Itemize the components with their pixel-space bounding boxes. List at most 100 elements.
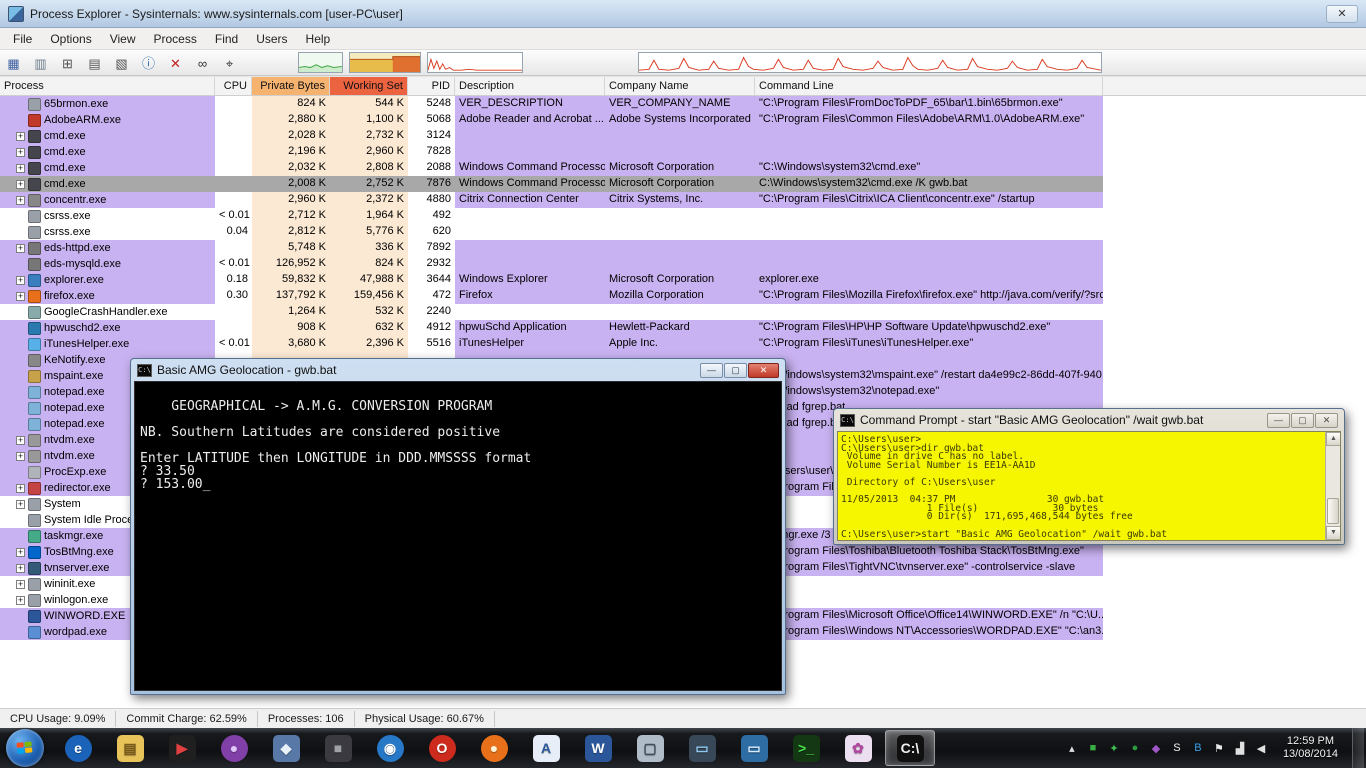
scroll-down-button[interactable]: ▼ [1326, 526, 1340, 540]
taskbar-document-app[interactable]: A [521, 730, 571, 766]
process-row[interactable]: + cmd.exe 2,032 K 2,808 K 2088 Windows C… [0, 160, 1103, 176]
tree-expand-toggle[interactable] [16, 532, 25, 541]
tree-expand-toggle[interactable] [16, 628, 25, 637]
process-row[interactable]: csrss.exe < 0.01 2,712 K 1,964 K 492 [0, 208, 1103, 224]
process-row[interactable]: GoogleCrashHandler.exe 1,264 K 532 K 224… [0, 304, 1103, 320]
tree-expand-toggle[interactable]: + [16, 563, 25, 573]
menu-item[interactable]: Process [145, 30, 206, 48]
tree-expand-toggle[interactable] [16, 116, 25, 125]
tray-green-app-icon[interactable]: ✦ [1106, 740, 1122, 756]
column-header[interactable]: Working Set [330, 77, 408, 95]
tree-expand-toggle[interactable] [16, 212, 25, 221]
column-header[interactable]: Private Bytes [252, 77, 330, 95]
tray-s-icon[interactable]: S [1169, 740, 1185, 756]
taskbar-app-blue[interactable]: ◆ [261, 730, 311, 766]
process-row[interactable]: eds-mysqld.exe < 0.01 126,952 K 824 K 29… [0, 256, 1103, 272]
process-row[interactable]: + firefox.exe 0.30 137,792 K 159,456 K 4… [0, 288, 1103, 304]
scroll-up-button[interactable]: ▲ [1326, 432, 1340, 446]
taskbar-firefox[interactable]: ● [469, 730, 519, 766]
properties-icon[interactable]: ⓘ [136, 53, 161, 73]
tree-expand-toggle[interactable]: + [16, 147, 25, 157]
process-row[interactable]: + explorer.exe 0.18 59,832 K 47,988 K 36… [0, 272, 1103, 288]
tree-expand-toggle[interactable]: + [16, 451, 25, 461]
taskbar-word[interactable]: W [573, 730, 623, 766]
tree-expand-toggle[interactable]: + [16, 291, 25, 301]
tree-expand-toggle[interactable]: + [16, 483, 25, 493]
column-header[interactable]: Description [455, 77, 605, 95]
column-header[interactable]: Command Line [755, 77, 1103, 95]
tray-purple-icon[interactable]: ◆ [1148, 740, 1164, 756]
tray-flag-icon[interactable]: ⚑ [1211, 740, 1227, 756]
process-row[interactable]: iTunesHelper.exe < 0.01 3,680 K 2,396 K … [0, 336, 1103, 352]
tree-expand-toggle[interactable] [16, 308, 25, 317]
tree-expand-toggle[interactable]: + [16, 131, 25, 141]
tree-expand-toggle[interactable]: + [16, 179, 25, 189]
tree-expand-toggle[interactable]: + [16, 579, 25, 589]
taskbar-paint[interactable]: ✿ [833, 730, 883, 766]
scrollbar-thumb[interactable] [1327, 498, 1339, 524]
taskbar-clock[interactable]: 12:59 PM 13/08/2014 [1274, 735, 1347, 761]
column-header[interactable]: PID [408, 77, 455, 95]
tray-green-status-icon[interactable]: ■ [1085, 740, 1101, 756]
taskbar-remote-desktop[interactable]: ▭ [677, 730, 727, 766]
taskbar-internet-explorer[interactable]: e [53, 730, 103, 766]
tree-expand-toggle[interactable] [16, 420, 25, 429]
tree-expand-toggle[interactable] [16, 260, 25, 269]
tree-expand-toggle[interactable] [16, 372, 25, 381]
taskbar-opera[interactable]: O [417, 730, 467, 766]
menu-item[interactable]: Find [206, 30, 247, 48]
process-row[interactable]: + cmd.exe 2,028 K 2,732 K 3124 [0, 128, 1103, 144]
process-row[interactable]: AdobeARM.exe 2,880 K 1,100 K 5068 Adobe … [0, 112, 1103, 128]
taskbar-purple-media-app[interactable]: ● [209, 730, 259, 766]
save-icon[interactable]: ▦ [1, 53, 26, 73]
column-header[interactable]: Company Name [605, 77, 755, 95]
geolocation-console-titlebar[interactable]: C:\ Basic AMG Geolocation - gwb.bat — ▢ … [131, 359, 785, 381]
process-row[interactable]: + concentr.exe 2,960 K 2,372 K 4880 Citr… [0, 192, 1103, 208]
commit-history-graph[interactable] [349, 52, 421, 73]
close-button[interactable]: ✕ [1315, 412, 1338, 428]
menu-item[interactable]: Options [41, 30, 100, 48]
taskbar-app-window[interactable]: ▢ [625, 730, 675, 766]
tray-signal-icon[interactable]: ▟ [1232, 740, 1248, 756]
kill-process-icon[interactable]: ✕ [163, 53, 188, 73]
tree-expand-toggle[interactable]: + [16, 547, 25, 557]
tree-expand-toggle[interactable]: + [16, 163, 25, 173]
console-output[interactable]: GEOGRAPHICAL -> A.M.G. CONVERSION PROGRA… [134, 381, 782, 691]
tray-bluetooth-icon[interactable]: B [1190, 740, 1206, 756]
tray-green-dot-icon[interactable]: ● [1127, 740, 1143, 756]
tree-expand-toggle[interactable] [16, 388, 25, 397]
close-button[interactable]: ✕ [748, 362, 779, 378]
tree-expand-toggle[interactable] [16, 340, 25, 349]
find-icon[interactable]: ∞ [190, 53, 215, 73]
minimize-button[interactable]: — [1267, 412, 1290, 428]
tree-expand-toggle[interactable] [16, 612, 25, 621]
maximize-button[interactable]: ▢ [724, 362, 747, 378]
taskbar-vnc-viewer[interactable]: ▭ [729, 730, 779, 766]
tree-expand-toggle[interactable] [16, 100, 25, 109]
start-button[interactable] [6, 729, 44, 767]
close-button[interactable]: ✕ [1326, 4, 1358, 23]
sysinfo-icon[interactable]: ▥ [28, 53, 53, 73]
find-window-icon[interactable]: ⌖ [217, 53, 242, 73]
minimize-button[interactable]: — [700, 362, 723, 378]
taskbar-windows-media-player[interactable]: ◉ [365, 730, 415, 766]
tree-expand-toggle[interactable]: + [16, 275, 25, 285]
menu-item[interactable]: Users [247, 30, 296, 48]
activity-history-graph[interactable] [638, 52, 1102, 73]
lower-pane-icon[interactable]: ▤ [82, 53, 107, 73]
taskbar-app-dark[interactable]: ■ [313, 730, 363, 766]
process-row[interactable]: 65brmon.exe 824 K 544 K 5248 VER_DESCRIP… [0, 96, 1103, 112]
taskbar-terminal-green[interactable]: >_ [781, 730, 831, 766]
tree-expand-toggle[interactable] [16, 228, 25, 237]
taskbar-windows-explorer[interactable]: ▤ [105, 730, 155, 766]
tree-expand-toggle[interactable]: + [16, 435, 25, 445]
cpu-history-graph[interactable] [298, 52, 343, 73]
menu-item[interactable]: File [4, 30, 41, 48]
process-row[interactable]: hpwuschd2.exe 908 K 632 K 4912 hpwuSchd … [0, 320, 1103, 336]
tree-expand-toggle[interactable]: + [16, 499, 25, 509]
show-desktop-button[interactable] [1352, 728, 1364, 768]
command-prompt-titlebar[interactable]: C:\ Command Prompt - start "Basic AMG Ge… [834, 409, 1344, 431]
tree-expand-toggle[interactable] [16, 404, 25, 413]
column-header[interactable]: CPU [215, 77, 252, 95]
tree-expand-toggle[interactable]: + [16, 595, 25, 605]
